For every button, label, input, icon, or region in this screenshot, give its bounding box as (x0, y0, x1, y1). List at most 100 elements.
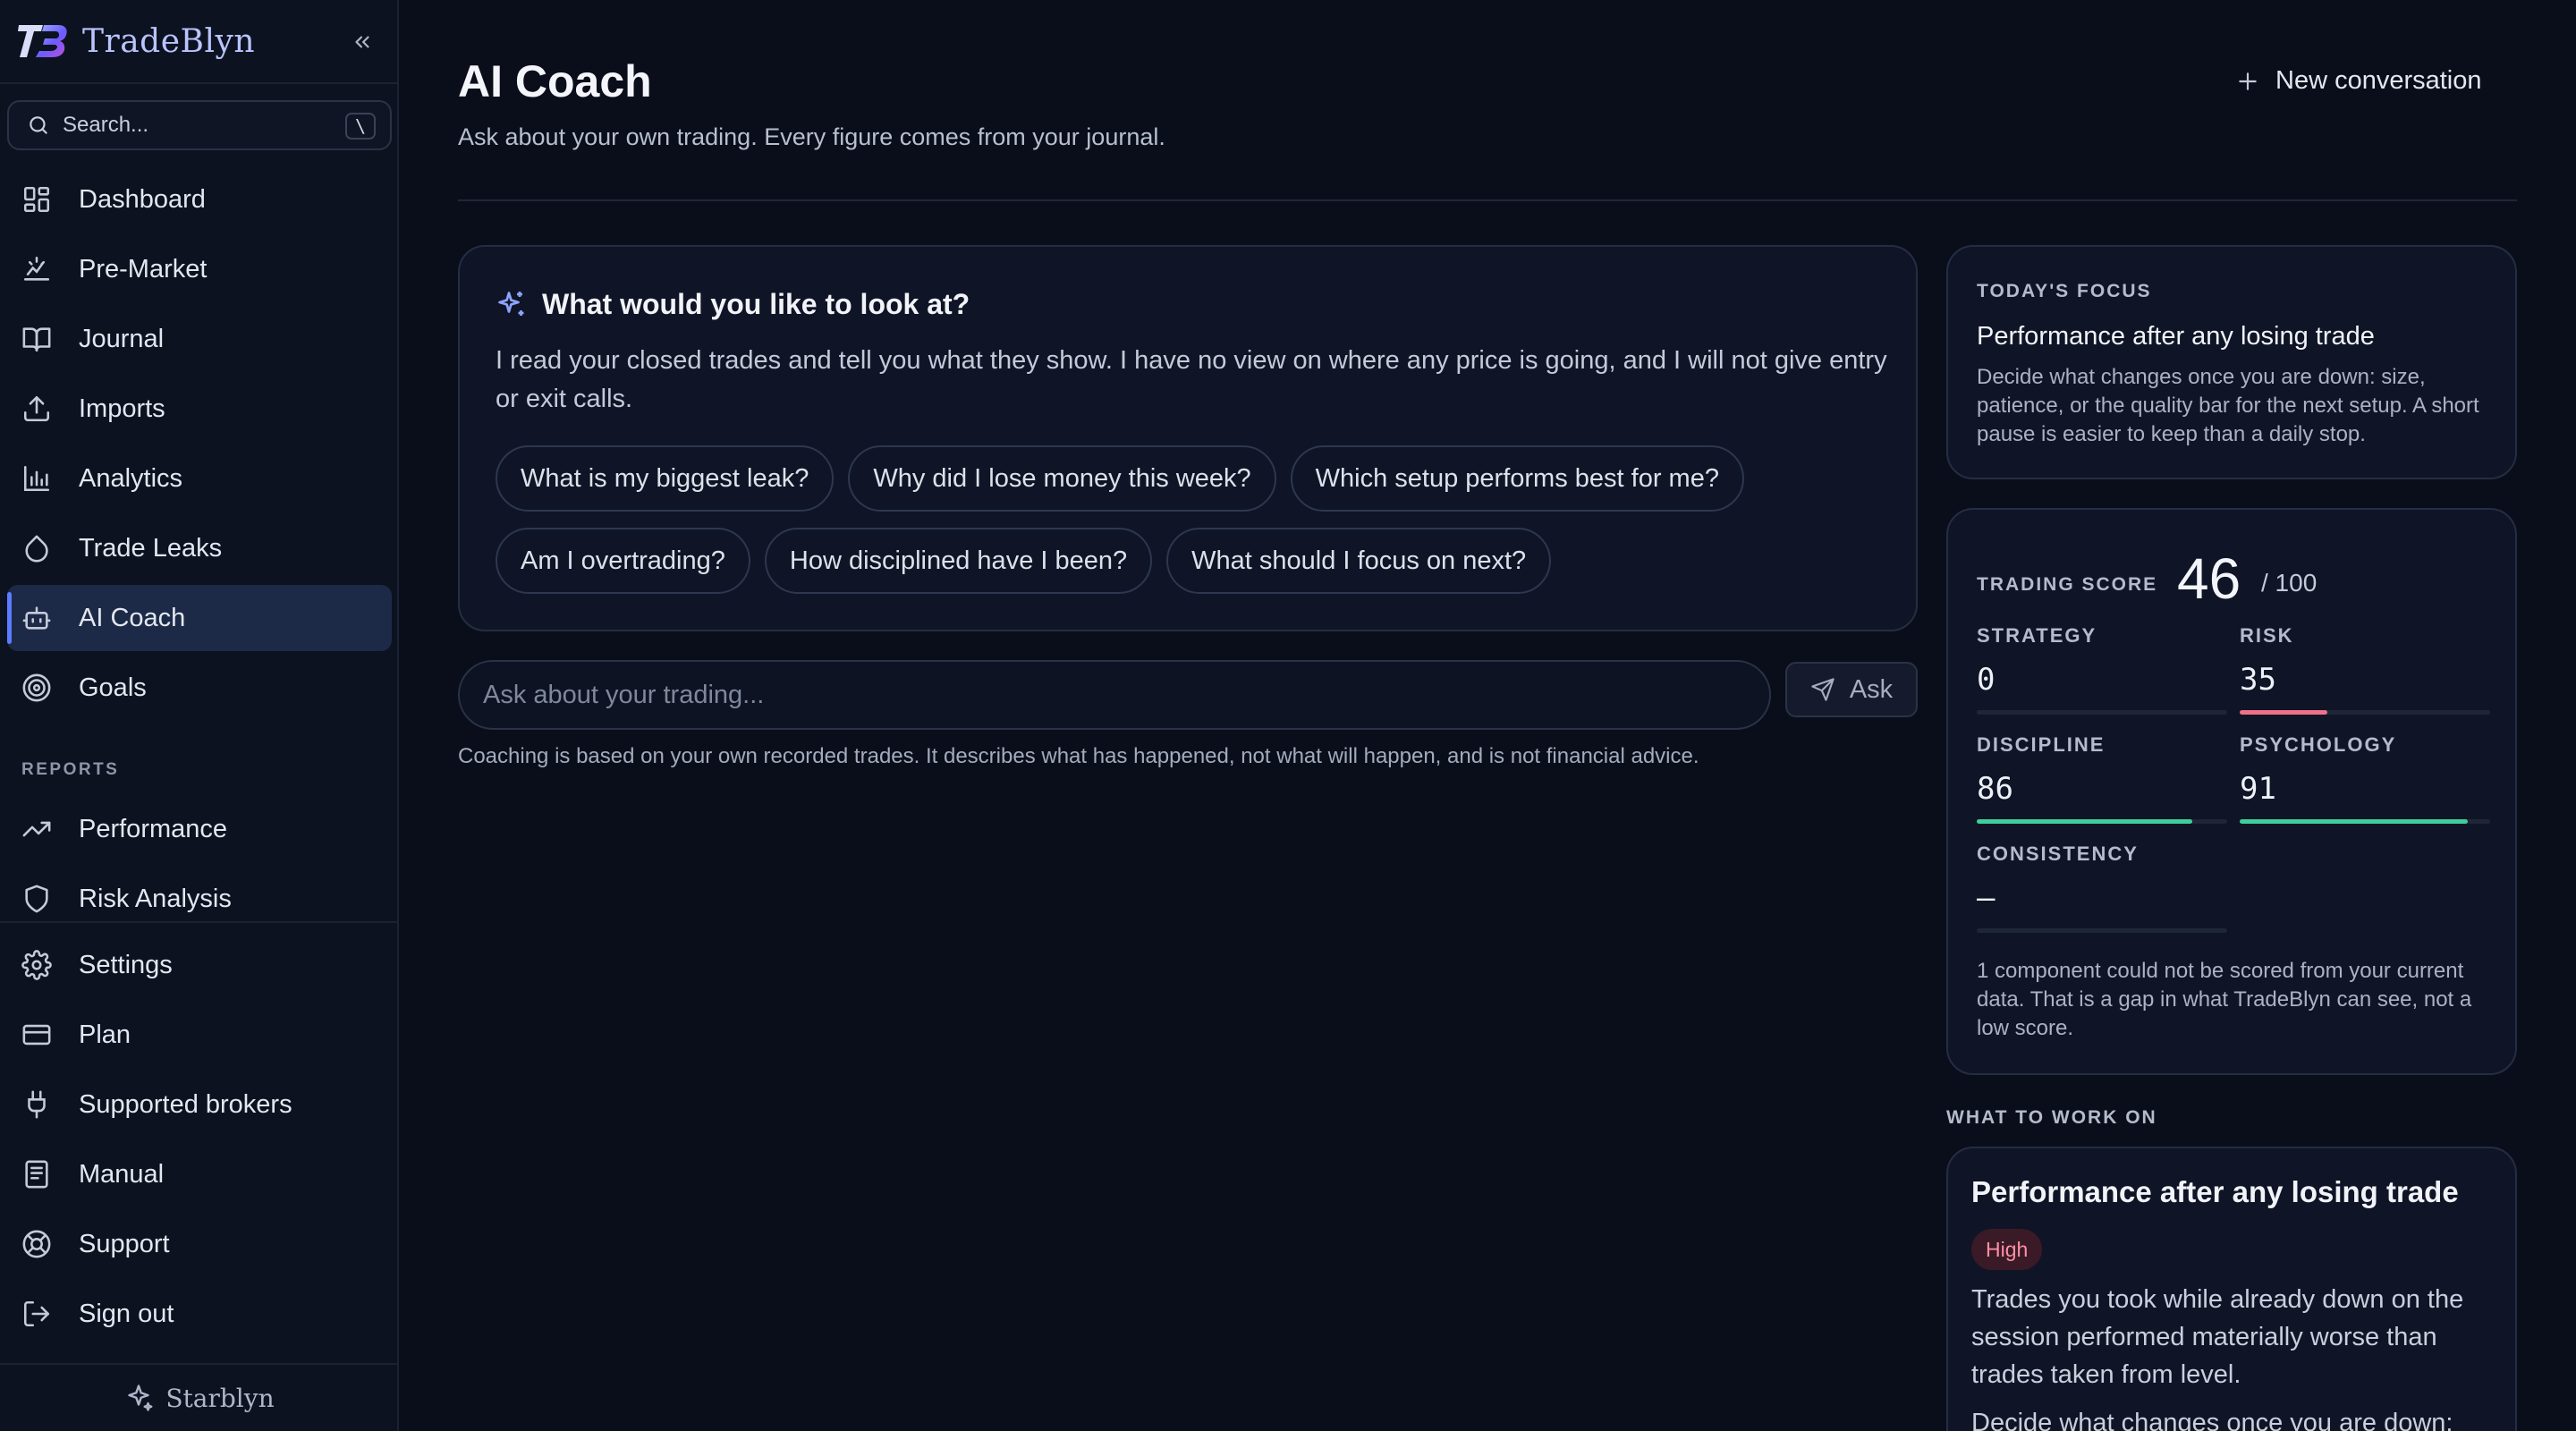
coaching-disclaimer: Coaching is based on your own recorded t… (458, 744, 1699, 768)
sidebar-item-label: Pre-Market (79, 254, 208, 284)
trading-score-value: 46 (2177, 546, 2241, 611)
sidebar-item-label: Imports (79, 394, 165, 423)
trading-score-label: TRADING SCORE (1977, 574, 2158, 595)
send-icon (1810, 677, 1835, 702)
new-conversation-label: New conversation (2275, 66, 2482, 95)
sidebar-item-supported-brokers[interactable]: Supported brokers (7, 1071, 392, 1138)
sidebar-item-manual[interactable]: Manual (7, 1141, 392, 1207)
brand-header: TradeBlyn (0, 0, 397, 84)
collapse-sidebar-icon[interactable] (347, 27, 377, 57)
todays-focus-description: Decide what changes once you are down: s… (1977, 365, 2479, 446)
work-on-recommendation: Decide what changes once you are down: (1971, 1409, 2453, 1431)
sidebar-item-label: Support (79, 1229, 170, 1258)
header-divider (458, 199, 2517, 201)
sidebar-item-analytics[interactable]: Analytics (7, 445, 392, 512)
todays-focus-card: TODAY'S FOCUS Performance after any losi… (1946, 245, 2517, 479)
sidebar-item-label: Trade Leaks (79, 533, 223, 563)
sidebar-item-label: Risk Analysis (79, 884, 232, 913)
what-to-work-on-label: WHAT TO WORK ON (1946, 1107, 2157, 1128)
sidebar-item-ai-coach[interactable]: AI Coach (7, 585, 392, 651)
ask-button-label: Ask (1849, 674, 1894, 704)
prompt-card-description: I read your closed trades and tell you w… (496, 346, 1887, 413)
ask-input[interactable]: Ask about your trading... (458, 660, 1771, 730)
sidebar-item-label: Journal (79, 324, 165, 353)
score-note: 1 component could not be scored from you… (1977, 959, 2472, 1040)
bar-chart-icon (21, 463, 52, 494)
metric-discipline: DISCIPLINE 86 (1977, 733, 2227, 824)
sidebar-item-plan[interactable]: Plan (7, 1002, 392, 1068)
sparkles-icon (496, 289, 528, 321)
sidebar-item-goals[interactable]: Goals (7, 655, 392, 721)
tradeblyn-logo-icon[interactable] (16, 21, 70, 61)
metric-strategy: STRATEGY 0 (1977, 624, 2227, 715)
work-on-card: Performance after any losing trade High … (1946, 1147, 2517, 1431)
metric-value: 91 (2240, 771, 2276, 807)
sign-out-icon (21, 1299, 52, 1329)
prompt-card-title: What would you like to look at? (542, 288, 970, 320)
sidebar-item-pre-market[interactable]: Pre-Market (7, 236, 392, 302)
todays-focus-label: TODAY'S FOCUS (1977, 281, 2152, 301)
sidebar-item-label: Performance (79, 814, 228, 843)
dashboard-icon (21, 184, 52, 215)
sidebar-item-dashboard[interactable]: Dashboard (7, 166, 392, 233)
suggestion-chip[interactable]: Why did I lose money this week? (848, 445, 1276, 512)
upload-icon (21, 394, 52, 424)
plug-icon (21, 1089, 52, 1120)
sidebar-item-label: AI Coach (79, 603, 186, 632)
metric-bar-fill (2240, 710, 2327, 715)
gear-icon (21, 950, 52, 980)
metric-bar (2240, 710, 2490, 715)
sidebar-item-imports[interactable]: Imports (7, 376, 392, 442)
sidebar-item-trade-leaks[interactable]: Trade Leaks (7, 515, 392, 581)
metric-label: STRATEGY (1977, 624, 2097, 647)
suggestion-chip[interactable]: What is my biggest leak? (496, 445, 835, 512)
sidebar-item-label: Sign out (79, 1299, 174, 1328)
metric-value: 86 (1977, 771, 2013, 807)
metric-bar-fill (2240, 819, 2468, 824)
reports-section-label: REPORTS (21, 760, 120, 779)
sidebar-divider (0, 921, 397, 923)
new-conversation-button[interactable]: New conversation (2236, 66, 2482, 96)
sidebar-item-label: Supported brokers (79, 1089, 292, 1119)
sidebar-item-label: Plan (79, 1020, 131, 1049)
metric-bar (1977, 710, 2227, 715)
sparkle-icon (123, 1382, 155, 1414)
metric-value: 0 (1977, 662, 1996, 698)
ask-button[interactable]: Ask (1785, 662, 1918, 717)
metric-label: PSYCHOLOGY (2240, 733, 2397, 756)
plus-icon (2236, 70, 2259, 93)
suggestion-chip[interactable]: Am I overtrading? (496, 528, 750, 594)
search-icon (27, 114, 50, 137)
search-shortcut-key: \ (345, 113, 376, 140)
suggestion-chip[interactable]: What should I focus on next? (1166, 528, 1552, 594)
pre-market-icon (21, 254, 52, 284)
suggestion-chip[interactable]: How disciplined have I been? (764, 528, 1153, 594)
trending-up-icon (21, 814, 52, 844)
metric-bar-fill (1977, 819, 2192, 824)
credit-card-icon (21, 1020, 52, 1050)
metric-bar (1977, 928, 2227, 933)
prompt-card: What would you like to look at? I read y… (458, 245, 1918, 631)
sidebar-item-performance[interactable]: Performance (7, 796, 392, 862)
metric-risk: RISK 35 (2240, 624, 2490, 715)
brand-name: TradeBlyn (82, 22, 256, 60)
starblyn-label: Starblyn (165, 1383, 275, 1413)
starblyn-footer[interactable]: Starblyn (0, 1365, 397, 1431)
ask-input-placeholder: Ask about your trading... (483, 680, 765, 709)
metric-label: CONSISTENCY (1977, 843, 2139, 865)
sidebar-item-label: Manual (79, 1159, 165, 1189)
metric-label: RISK (2240, 624, 2294, 647)
sidebar-item-sign-out[interactable]: Sign out (7, 1281, 392, 1347)
sidebar-item-journal[interactable]: Journal (7, 306, 392, 372)
suggestion-chip[interactable]: Which setup performs best for me? (1290, 445, 1744, 512)
sidebar-item-settings[interactable]: Settings (7, 932, 392, 998)
sidebar-item-support[interactable]: Support (7, 1211, 392, 1277)
metric-bar (1977, 819, 2227, 824)
work-on-title: Performance after any losing trade (1971, 1175, 2459, 1208)
priority-badge: High (1971, 1229, 2043, 1270)
search-input[interactable]: Search... \ (7, 100, 392, 150)
metric-value: 35 (2240, 662, 2276, 698)
droplet-icon (21, 533, 52, 563)
book-icon (21, 324, 52, 354)
prompt-card-header: What would you like to look at? (496, 288, 970, 321)
